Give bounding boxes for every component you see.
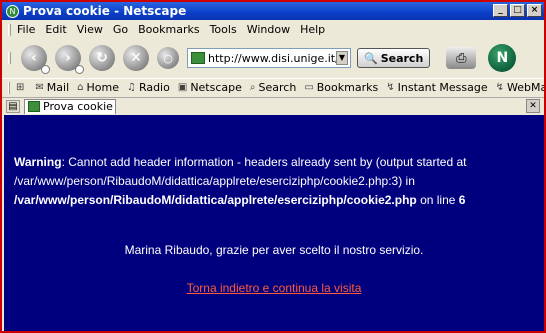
bookmarks-icon: ▭ [304,82,314,93]
search-button-label: Search [380,51,424,65]
php-warning: Warning: Cannot add header information -… [14,153,538,210]
netscape-logo[interactable]: N [488,44,517,72]
radio-link[interactable]: ♫ Radio [127,81,170,94]
thanks-message: Marina Ribaudo, grazie per aver scelto i… [124,243,424,257]
search-icon: 🔍 [364,51,378,65]
menu-go[interactable]: Go [113,23,128,36]
mail-icon: ✉ [35,82,44,93]
close-tab-icon[interactable]: ✕ [526,99,540,113]
bookmarks-link[interactable]: ▭ Bookmarks [304,81,378,94]
close-button[interactable]: × [527,4,542,17]
back-arrow-icon: ‹ [31,50,37,66]
menu-bar: File Edit View Go Bookmarks Tools Window… [2,21,544,38]
warning-label: Warning [14,155,62,169]
toolbar-grip[interactable] [8,81,10,94]
home-button[interactable]: ○ [157,47,179,69]
print-button[interactable]: ⎙ [446,47,477,69]
menu-bookmarks[interactable]: Bookmarks [138,23,199,36]
forward-arrow-icon: › [65,50,71,66]
tab-bar: ▤ Prova cookie ✕ [2,97,544,114]
radio-icon: ♫ [126,82,136,93]
reload-button[interactable]: ↻ [89,45,115,71]
url-bar[interactable]: http://www.disi.unige.it/persor ▼ [187,48,351,68]
warning-file-path: /var/www/person/RibaudoM/didattica/applr… [14,193,417,207]
menu-view[interactable]: View [77,23,103,36]
home-tab-icon: ⊞ [16,82,25,93]
warning-message: : Cannot add header information - header… [61,155,467,169]
menu-file[interactable]: File [17,23,35,36]
search-link[interactable]: ⌕ Search [250,81,296,94]
netscape-icon: ▣ [177,82,188,93]
warning-output-path: /var/www/person/RibaudoM/didattica/applr… [14,174,415,188]
stop-button[interactable]: ✕ [123,45,149,71]
menu-window[interactable]: Window [247,23,290,36]
tab-favicon [28,101,40,112]
netscape-app-icon: N [6,4,19,18]
back-dropdown-icon[interactable] [41,65,50,74]
menu-tools[interactable]: Tools [210,23,237,36]
page-favicon [191,52,205,64]
instant-message-link[interactable]: ↯ Instant Message [386,81,487,94]
search-icon: ⌕ [249,82,256,93]
back-button[interactable]: ‹ [21,45,50,74]
window-title: Prova cookie - Netscape [23,4,187,18]
url-text[interactable]: http://www.disi.unige.it/persor [208,52,336,65]
page-content: Warning: Cannot add header information -… [4,115,544,331]
new-tab-icon[interactable]: ▤ [6,99,20,113]
minimize-button[interactable]: _ [493,4,508,17]
home-tab-button[interactable]: ⊞ [16,82,27,93]
stop-icon: ✕ [130,50,142,66]
back-link[interactable]: Torna indietro e continua la visita [4,281,544,295]
menu-help[interactable]: Help [300,23,325,36]
tab-prova-cookie[interactable]: Prova cookie [24,98,116,114]
home-link[interactable]: ⌂ Home [77,81,119,94]
netscape-link[interactable]: ▣ Netscape [178,81,242,94]
navigation-toolbar: ‹ › ↻ ✕ ○ http://www.disi.unige.it/perso… [2,39,544,77]
home-icon: ⌂ [77,82,84,93]
menu-edit[interactable]: Edit [45,23,66,36]
mail-button[interactable]: ✉ Mail [35,81,69,94]
title-bar[interactable]: N Prova cookie - Netscape _ □ × [2,2,544,20]
toolbar-grip[interactable] [8,23,11,36]
window-controls: _ □ × [493,4,542,17]
forward-button[interactable]: › [55,45,84,74]
toolbar-grip[interactable] [8,52,11,64]
maximize-button[interactable]: □ [510,4,525,17]
webmail-icon: ↯ [495,82,505,93]
forward-dropdown-icon[interactable] [75,65,84,74]
home-go-icon: ○ [163,51,173,65]
url-dropdown-icon[interactable]: ▼ [336,51,348,65]
warning-on-line: on line [416,193,459,207]
reload-icon: ↻ [96,50,108,66]
personal-toolbar: ⊞ ✉ Mail ⌂ Home ♫ Radio ▣ Netscape ⌕ Search ▭… [2,78,544,96]
instant-message-icon: ↯ [386,82,395,93]
print-icon: ⎙ [456,50,467,66]
browser-window: N Prova cookie - Netscape _ □ × File Edi… [0,0,546,333]
webmail-link[interactable]: ↯ WebMa [496,81,544,94]
tab-label: Prova cookie [43,100,113,113]
search-button[interactable]: 🔍 Search [357,48,431,68]
warning-line-number: 6 [458,193,466,207]
